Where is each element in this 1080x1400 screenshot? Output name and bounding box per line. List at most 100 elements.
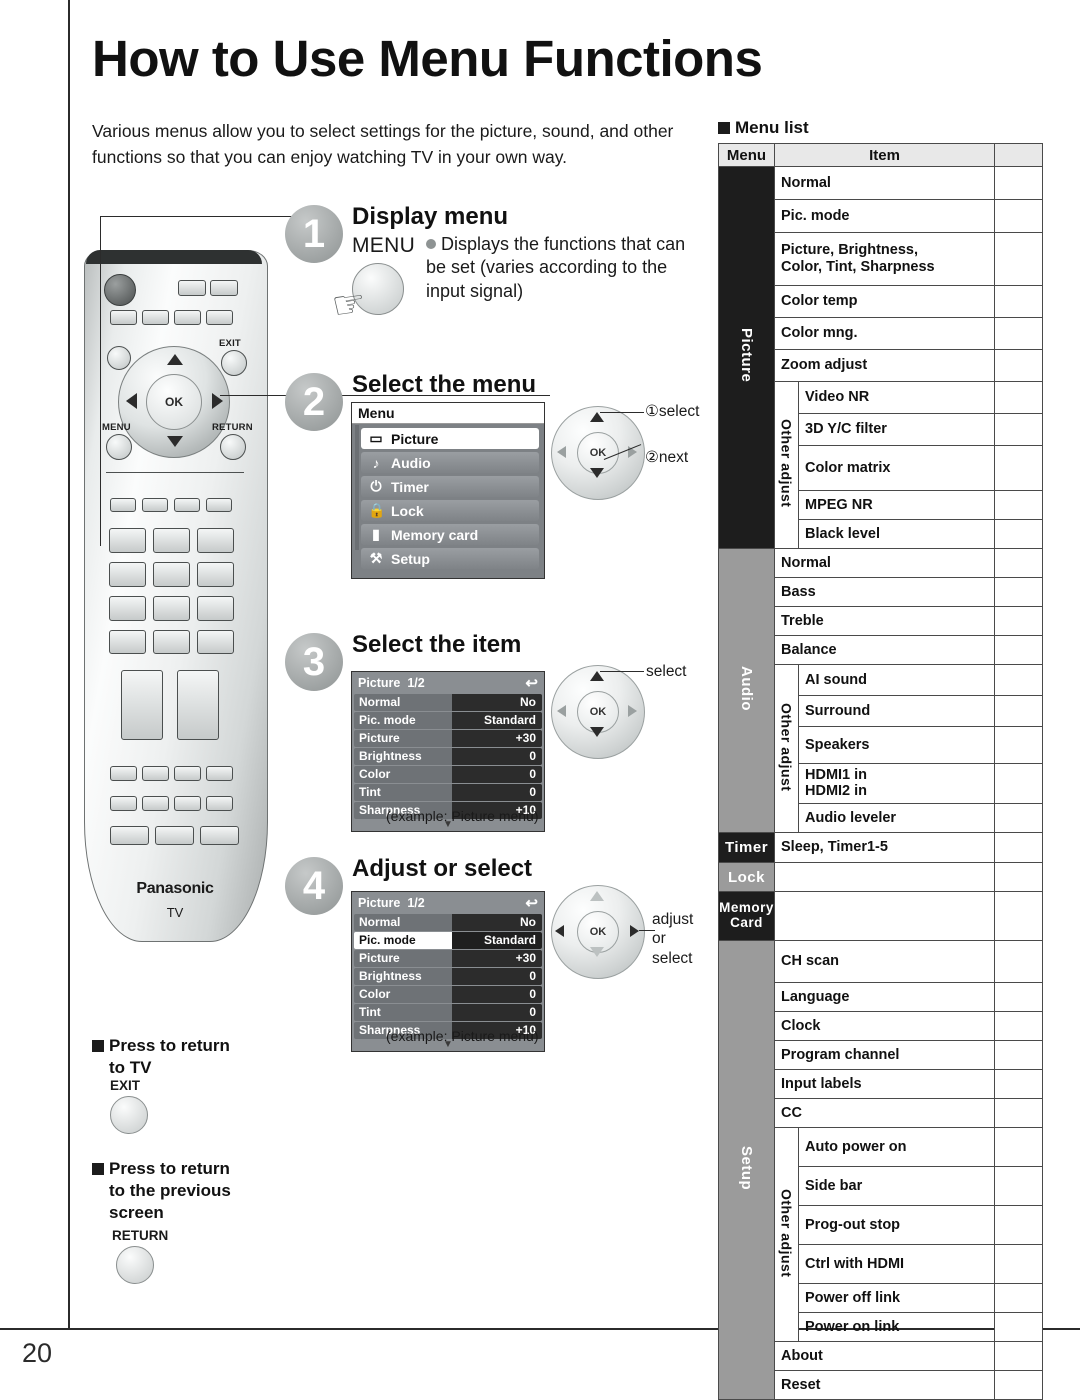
intro-paragraph: Various menus allow you to select settin… [92,121,674,168]
osd-row-normal[interactable]: Normal No [354,914,542,931]
osd-row-value: 0 [452,1004,542,1021]
remote-keypad-5 [153,562,190,587]
item-cell: 3D Y/C filter [798,413,995,446]
osd-menu-item-timer[interactable]: ⏻ Timer [361,476,539,497]
item-cell: AI sound [798,664,995,696]
ref-cell [994,726,1043,764]
osd-menu-item-memory-card[interactable]: ▮ Memory card [361,524,539,545]
step-4-up-arrow-icon [590,891,604,901]
osd-row-label: Tint [359,1005,381,1019]
category-label: Lock [727,868,765,886]
ref-cell [994,490,1043,520]
remote-row1-button-2 [142,310,169,325]
osd-row-label: Pic. mode [359,713,416,727]
item-cell: Treble [774,606,995,636]
item-cell: Program channel [774,1040,995,1070]
osd-row-color[interactable]: Color 0 [354,766,542,783]
remote-ir-window [86,250,262,264]
osd-row-color[interactable]: Color 0 [354,986,542,1003]
item-cell: CH scan [774,940,995,983]
step-4-right-arrow-icon [630,925,639,937]
table-row: Audio Normal [718,548,1043,833]
item-cell [774,862,995,892]
remote-ok-button: OK [146,374,202,430]
remote-row4-button-1 [110,796,137,811]
subcategory-cell-other-adjust: Other adjust [774,664,799,833]
osd-row-normal[interactable]: Normal No [354,694,542,711]
item-cell: Clock [774,1011,995,1041]
osd-row-pic-mode[interactable]: Pic. mode Standard [354,712,542,729]
bullet-dot-icon [426,239,436,249]
ref-cell [994,1011,1043,1041]
step-1-description: Displays the functions that can be set (… [426,233,688,303]
menu-list-title-text: Menu list [735,118,809,137]
remote-row2-button-4 [206,498,232,512]
ref-cell [994,1098,1043,1128]
osd-row-brightness[interactable]: Brightness 0 [354,968,542,985]
note-return-to-tv: Press to return to TV [92,1035,312,1079]
osd-row-label: Pic. mode [359,933,416,947]
osd-menu-item-label: Audio [391,454,431,471]
category-cell-audio: Audio [718,548,775,833]
ref-cell [994,232,1043,286]
item-cell [774,891,995,941]
item-cell: Input labels [774,1069,995,1099]
osd-menu-item-lock[interactable]: 🔒 Lock [361,500,539,521]
table-row: Setup CH scan [718,940,1043,1400]
remote-control-illustration: EXIT OK MENU RETURN Panasonic TV [84,250,268,942]
osd-row-tint[interactable]: Tint 0 [354,784,542,801]
category-cell-memory-card: Memory Card [718,891,775,941]
remote-menu-label: MENU [102,422,131,433]
osd-row-picture[interactable]: Picture +30 [354,950,542,967]
osd-menu-item-label: Timer [391,478,429,495]
remote-row4-button-4 [206,796,233,811]
remote-keypad-0 [153,630,190,654]
ref-cell [994,695,1043,727]
column-header-ref [994,143,1043,167]
osd-menu-scrollbar[interactable] [355,425,359,550]
ref-cell [994,1244,1043,1284]
memory-card-icon: ▮ [372,526,380,542]
exit-button-illustration [110,1096,148,1134]
step-1-heading: Display menu [352,203,509,230]
item-cell: Color mng. [774,317,995,350]
remote-divider-1 [106,472,244,474]
step-4-callout-line3: select [652,949,693,967]
osd-row-value: 0 [452,766,542,783]
osd-row-picture[interactable]: Picture +30 [354,730,542,747]
item-cell: Reset [774,1370,995,1400]
category-label: Memory Card [719,900,774,930]
step-3-right-arrow-icon [628,705,637,717]
remote-keypad-star [109,630,146,654]
osd-menu-item-audio[interactable]: ♪ Audio [361,452,539,473]
table-row: Lock [718,862,1043,892]
remote-row3-button-3 [174,766,201,781]
step-2-up-arrow-icon [590,412,604,422]
item-cell: Normal [774,548,995,578]
bullet-square-icon [92,1163,104,1175]
remote-keypad-6 [197,562,234,587]
osd-menu-item-setup[interactable]: ⚒ Setup [361,548,539,569]
item-cell: About [774,1341,995,1371]
step-3-badge: 3 [285,633,343,691]
step-4-callout-line1: adjust [652,911,694,928]
osd-row-value: 0 [452,784,542,801]
item-cell: Picture, Brightness, Color, Tint, Sharpn… [774,232,995,286]
osd-row-brightness[interactable]: Brightness 0 [354,748,542,765]
lock-padlock-icon: 🔒 [368,502,386,518]
remote-row1-button-1 [110,310,137,325]
item-cell: Color matrix [798,445,995,491]
osd-row-value: +30 [452,730,542,747]
osd-row-label: Normal [359,695,401,709]
remote-keypad-4 [109,562,146,587]
menu-list-table: Menu Item Picture Normal Pic. mode Pictu… [718,143,1043,1400]
category-label: Audio [738,666,755,711]
osd-row-tint[interactable]: Tint 0 [354,1004,542,1021]
item-cell: Bass [774,577,995,607]
osd-menu-item-picture[interactable]: ▭ Picture [361,428,539,449]
remote-keypad-3 [197,528,234,553]
remote-keypad-2 [153,528,190,553]
osd-row-pic-mode[interactable]: Pic. mode Standard [354,932,542,949]
remote-keypad-7 [109,596,146,621]
remote-dpad-left-arrow-icon [126,393,137,409]
